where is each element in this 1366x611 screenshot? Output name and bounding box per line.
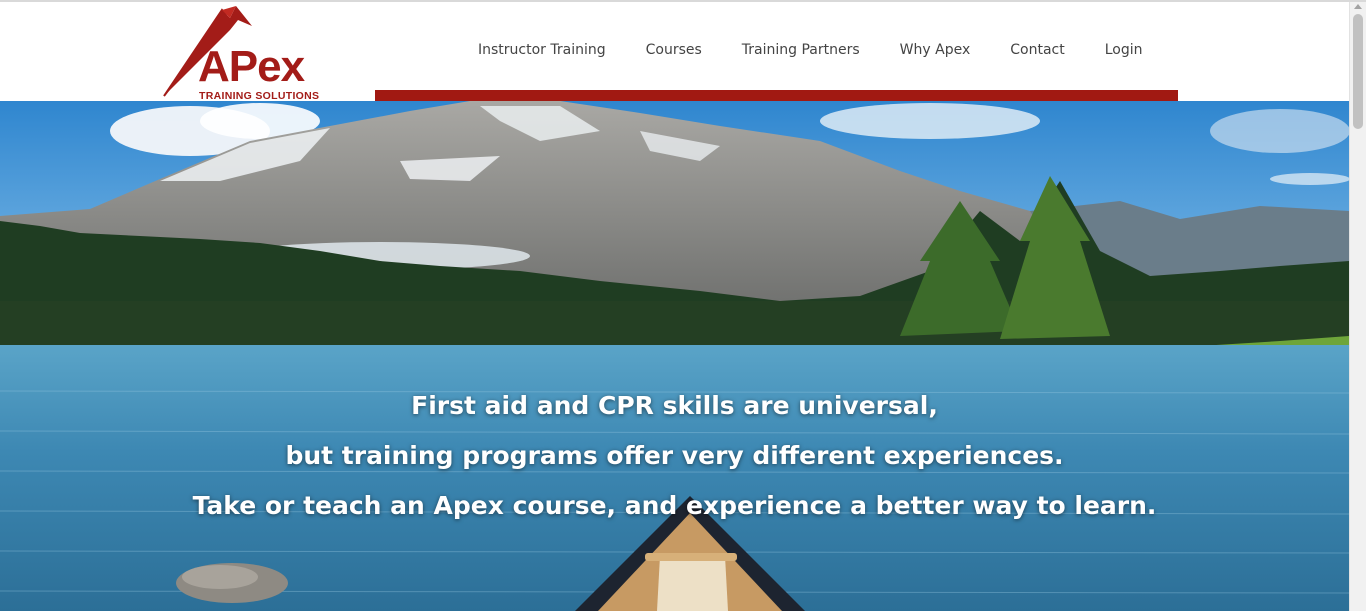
nav-instructor-training[interactable]: Instructor Training (458, 40, 626, 64)
main-nav: Instructor Training Courses Training Par… (458, 40, 1163, 64)
scrollbar-thumb[interactable] (1353, 14, 1363, 129)
nav-training-partners[interactable]: Training Partners (722, 40, 880, 64)
nav-contact[interactable]: Contact (990, 40, 1084, 64)
hero-line-1: First aid and CPR skills are universal, (411, 391, 938, 420)
mountain-lake-image (0, 101, 1349, 611)
logo-wordmark: APex (198, 42, 305, 91)
nav-accent-bar (375, 90, 1178, 101)
hero-banner: First aid and CPR skills are universal, … (0, 101, 1349, 611)
nav-login[interactable]: Login (1085, 40, 1163, 64)
apex-logo[interactable]: APex TRAINING SOLUTIONS (160, 2, 340, 102)
nav-courses[interactable]: Courses (626, 40, 722, 64)
scroll-up-arrow-icon[interactable] (1354, 4, 1362, 9)
site-header: APex TRAINING SOLUTIONS Instructor Train… (0, 2, 1349, 102)
page: APex TRAINING SOLUTIONS Instructor Train… (0, 0, 1366, 611)
page-scrollbar[interactable] (1349, 2, 1366, 611)
hero-line-2: but training programs offer very differe… (285, 441, 1064, 470)
hero-line-3: Take or teach an Apex course, and experi… (192, 491, 1157, 520)
nav-why-apex[interactable]: Why Apex (880, 40, 991, 64)
